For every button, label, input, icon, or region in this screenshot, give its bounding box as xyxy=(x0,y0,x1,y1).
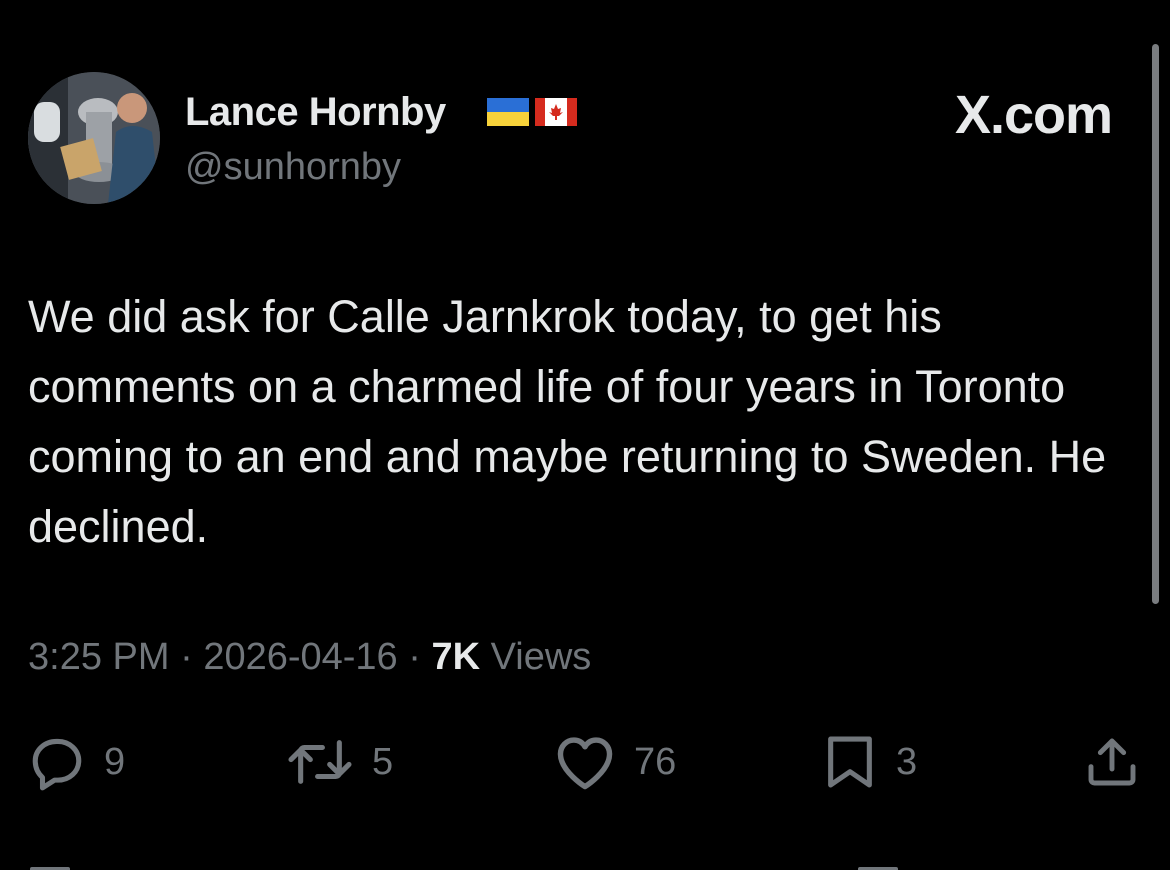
tweet-text: We did ask for Calle Jarnkrok today, to … xyxy=(28,291,1107,552)
bookmark-button[interactable]: 3 xyxy=(822,732,917,792)
share-icon xyxy=(1088,738,1136,786)
reply-button[interactable]: 9 xyxy=(28,732,125,792)
cropped-content-icon xyxy=(30,867,898,870)
views-label: Views xyxy=(490,636,592,678)
scrollbar[interactable] xyxy=(1152,44,1159,604)
ukraine-flag-icon xyxy=(487,98,529,126)
avatar-photo xyxy=(28,72,160,204)
author-flags xyxy=(487,98,577,126)
views-count: 7K xyxy=(431,636,481,678)
reply-count: 9 xyxy=(104,740,126,783)
author-display-name[interactable]: Lance Hornby xyxy=(185,90,446,135)
tweet-date[interactable]: 2026-04-16 xyxy=(203,636,397,678)
meta-separator: · xyxy=(180,636,193,678)
canada-flag-icon xyxy=(535,98,577,126)
author-handle[interactable]: @sunhornby xyxy=(185,146,401,189)
tweet-meta: 3:25 PM · 2026-04-16 · 7K Views xyxy=(28,636,591,679)
meta-separator: · xyxy=(408,636,421,678)
repost-button[interactable]: 5 xyxy=(286,732,393,792)
next-content-peek xyxy=(0,858,1170,870)
repost-icon xyxy=(288,740,352,784)
like-count: 76 xyxy=(634,740,677,783)
tweet-actions: 9 5 76 3 xyxy=(0,732,1170,792)
repost-count: 5 xyxy=(372,740,394,783)
reply-icon xyxy=(32,738,82,791)
bookmark-count: 3 xyxy=(896,740,918,783)
share-button[interactable] xyxy=(1084,732,1140,792)
like-button[interactable]: 76 xyxy=(554,732,676,792)
bookmark-icon xyxy=(828,736,872,788)
site-brand-watermark: X.com xyxy=(954,85,1113,145)
heart-icon xyxy=(557,737,613,790)
tweet-time[interactable]: 3:25 PM xyxy=(28,636,170,678)
author-avatar[interactable] xyxy=(28,72,160,204)
